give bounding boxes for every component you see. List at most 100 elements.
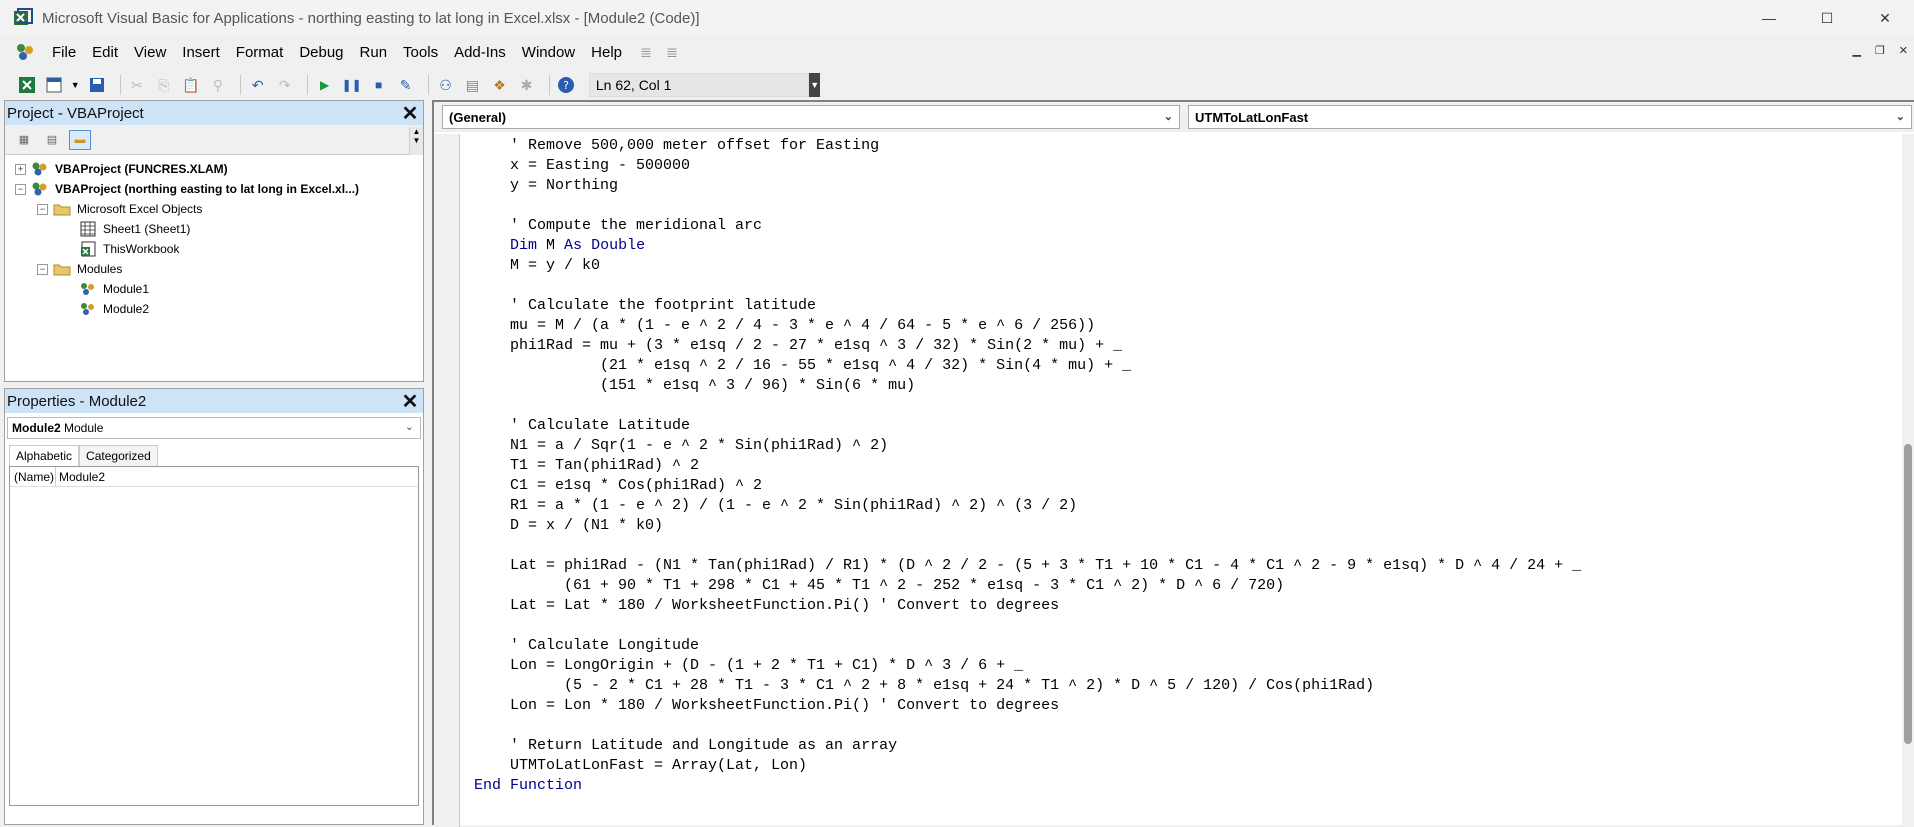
code-line[interactable]: x = Easting - 500000	[474, 156, 1581, 176]
code-line[interactable]: R1 = a * (1 - e ^ 2) / (1 - e ^ 2 * Sin(…	[474, 496, 1581, 516]
toolbox-icon[interactable]: ✱	[516, 73, 537, 97]
scrollbar-thumb[interactable]	[1904, 444, 1912, 744]
tree-expander[interactable]: −	[37, 203, 48, 215]
code-line[interactable]: C1 = e1sq * Cos(phi1Rad) ^ 2	[474, 476, 1581, 496]
help-icon[interactable]: ?	[556, 73, 577, 97]
menu-file[interactable]: File	[44, 44, 84, 61]
find-icon[interactable]: ⚲	[207, 73, 228, 97]
code-margin-bar[interactable]	[434, 134, 460, 827]
menu-add-ins[interactable]: Add-Ins	[446, 44, 514, 61]
excel-view-icon[interactable]	[16, 73, 37, 97]
tree-expander[interactable]: −	[37, 263, 48, 275]
code-vertical-scrollbar[interactable]	[1902, 134, 1914, 827]
maximize-button[interactable]: ☐	[1798, 0, 1856, 36]
menu-format[interactable]: Format	[228, 44, 292, 61]
code-line[interactable]: UTMToLatLonFast = Array(Lat, Lon)	[474, 756, 1581, 776]
properties-close-icon[interactable]: ✕	[399, 390, 421, 413]
copy-icon[interactable]: ⎘	[153, 73, 174, 97]
code-line[interactable]: (61 + 90 * T1 + 298 * C1 + 45 * T1 ^ 2 -…	[474, 576, 1581, 596]
mdi-close-icon[interactable]: ✕	[1899, 44, 1908, 57]
code-line[interactable]: (5 - 2 * C1 + 28 * T1 - 3 * C1 ^ 2 + 8 *…	[474, 676, 1581, 696]
code-line[interactable]: (21 * e1sq ^ 2 / 16 - 55 * e1sq ^ 4 / 32…	[474, 356, 1581, 376]
menu-tools[interactable]: Tools	[395, 44, 446, 61]
procedure-select[interactable]: UTMToLatLonFast ⌄	[1188, 105, 1912, 129]
code-line[interactable]	[474, 396, 1581, 416]
tree-item-modules[interactable]: − Modules	[5, 259, 423, 279]
tree-item-module2[interactable]: Module2	[5, 299, 423, 319]
code-line[interactable]: ' Calculate the footprint latitude	[474, 296, 1581, 316]
code-line[interactable]	[474, 536, 1581, 556]
tree-item-thisworkbook[interactable]: ThisWorkbook	[5, 239, 423, 259]
object-browser-icon[interactable]: ❖	[489, 73, 510, 97]
code-editor[interactable]: ' Remove 500,000 meter offset for Eastin…	[434, 134, 1904, 827]
chevron-down-icon[interactable]: ⌄	[405, 420, 414, 433]
view-object-icon[interactable]: ▤	[41, 130, 63, 150]
menu-debug[interactable]: Debug	[291, 44, 351, 61]
outdent-icon[interactable]: ≣	[662, 44, 682, 60]
code-line[interactable]: Lon = Lon * 180 / WorksheetFunction.Pi()…	[474, 696, 1581, 716]
chevron-down-icon[interactable]: ⌄	[1896, 110, 1905, 123]
insert-module-icon[interactable]	[43, 73, 64, 97]
code-line[interactable]: Lat = phi1Rad - (N1 * Tan(phi1Rad) / R1)…	[474, 556, 1581, 576]
design-mode-icon[interactable]: ✎	[395, 73, 416, 97]
menu-edit[interactable]: Edit	[84, 44, 126, 61]
code-line[interactable]: ' Remove 500,000 meter offset for Eastin…	[474, 136, 1581, 156]
minimize-button[interactable]: —	[1740, 0, 1798, 36]
code-line[interactable]: End Function	[474, 776, 1581, 796]
toolbar-options-icon[interactable]: ▼	[809, 73, 820, 97]
toggle-folders-icon[interactable]: ▬	[69, 129, 91, 150]
property-value[interactable]: Module2	[56, 470, 105, 484]
break-icon[interactable]: ❚❚	[341, 73, 362, 97]
redo-icon[interactable]: ↷	[274, 73, 295, 97]
tree-expander[interactable]: −	[15, 183, 26, 195]
project-toolbar-scroll[interactable]: ▲ ▼	[409, 127, 423, 155]
code-line[interactable]: y = Northing	[474, 176, 1581, 196]
tree-item-funcres[interactable]: + VBAProject (FUNCRES.XLAM)	[5, 159, 423, 179]
mdi-minimize-icon[interactable]: ▁	[1852, 44, 1860, 57]
code-line[interactable]	[474, 276, 1581, 296]
code-line[interactable]: Lon = LongOrigin + (D - (1 + 2 * T1 + C1…	[474, 656, 1581, 676]
paste-icon[interactable]: 📋	[180, 73, 201, 97]
code-line[interactable]: ' Calculate Longitude	[474, 636, 1581, 656]
code-line[interactable]: Dim M As Double	[474, 236, 1581, 256]
undo-icon[interactable]: ↶	[247, 73, 268, 97]
code-line[interactable]: Lat = Lat * 180 / WorksheetFunction.Pi()…	[474, 596, 1581, 616]
run-icon[interactable]: ▶	[314, 73, 335, 97]
dropdown-arrow-icon[interactable]: ▼	[70, 73, 81, 97]
property-row[interactable]: (Name) Module2	[10, 467, 418, 487]
code-line[interactable]: mu = M / (a * (1 - e ^ 2 / 4 - 3 * e ^ 4…	[474, 316, 1581, 336]
project-close-icon[interactable]: ✕	[399, 102, 421, 125]
cut-icon[interactable]: ✂	[126, 73, 147, 97]
tree-expander[interactable]: +	[15, 163, 26, 175]
reset-icon[interactable]: ■	[368, 73, 389, 97]
code-line[interactable]: ' Return Latitude and Longitude as an ar…	[474, 736, 1581, 756]
chevron-down-icon[interactable]: ⌄	[1164, 110, 1173, 123]
tree-item-module1[interactable]: Module1	[5, 279, 423, 299]
save-icon[interactable]	[87, 73, 108, 97]
code-line[interactable]: ' Compute the meridional arc	[474, 216, 1581, 236]
menu-insert[interactable]: Insert	[174, 44, 228, 61]
code-line[interactable]: (151 * e1sq ^ 3 / 96) * Sin(6 * mu)	[474, 376, 1581, 396]
code-line[interactable]: M = y / k0	[474, 256, 1581, 276]
code-line[interactable]: ' Calculate Latitude	[474, 416, 1581, 436]
code-line[interactable]: phi1Rad = mu + (3 * e1sq / 2 - 27 * e1sq…	[474, 336, 1581, 356]
code-line[interactable]	[474, 196, 1581, 216]
project-explorer-icon[interactable]: ⚇	[435, 73, 456, 97]
vba-project-icon[interactable]	[14, 41, 36, 63]
code-text[interactable]: ' Remove 500,000 meter offset for Eastin…	[474, 136, 1581, 796]
indent-icon[interactable]: ≣	[636, 44, 656, 60]
tree-item-northing-project[interactable]: − VBAProject (northing easting to lat lo…	[5, 179, 423, 199]
menu-view[interactable]: View	[126, 44, 174, 61]
code-line[interactable]: T1 = Tan(phi1Rad) ^ 2	[474, 456, 1581, 476]
code-line[interactable]: N1 = a / Sqr(1 - e ^ 2 * Sin(phi1Rad) ^ …	[474, 436, 1581, 456]
code-line[interactable]: D = x / (N1 * k0)	[474, 516, 1581, 536]
tree-item-excel-objects[interactable]: − Microsoft Excel Objects	[5, 199, 423, 219]
code-line[interactable]	[474, 616, 1581, 636]
menu-help[interactable]: Help	[583, 44, 630, 61]
properties-object-select[interactable]: Module2 Module ⌄	[7, 417, 421, 439]
properties-window-icon[interactable]: ▤	[462, 73, 483, 97]
tab-categorized[interactable]: Categorized	[79, 445, 158, 466]
tab-alphabetic[interactable]: Alphabetic	[9, 445, 80, 466]
close-button[interactable]: ✕	[1856, 0, 1914, 36]
code-line[interactable]	[474, 716, 1581, 736]
